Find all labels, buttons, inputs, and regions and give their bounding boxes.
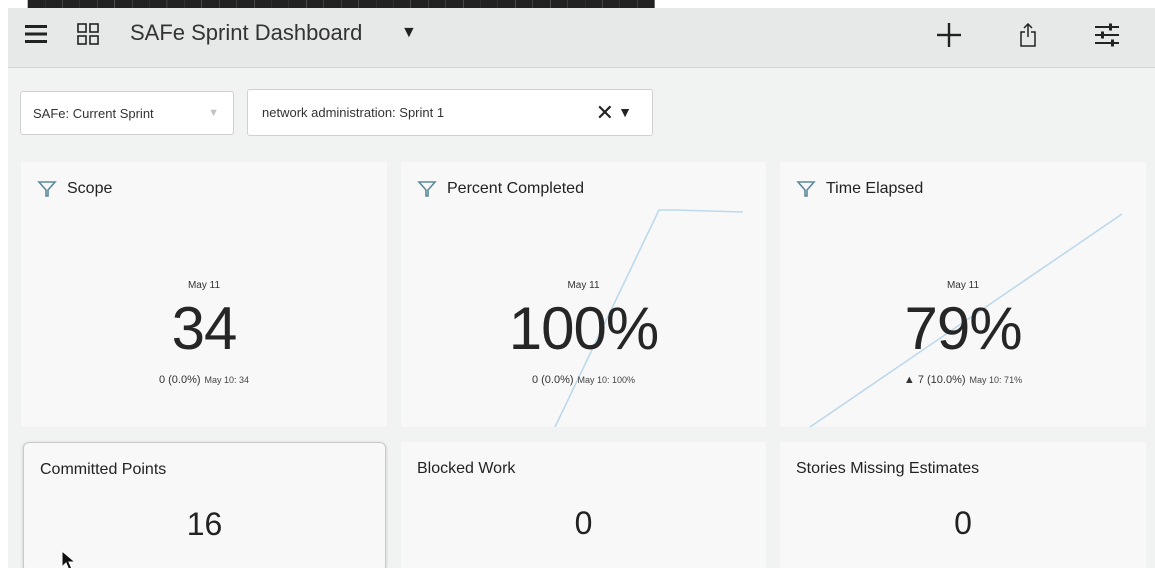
percent-completed-title: Percent Completed [447,180,584,197]
time-elapsed-card[interactable]: Time Elapsed May 11 79% ▲ 7 (10.0%) May 1… [780,162,1146,427]
blocked-work-value: 0 [574,505,593,541]
stories-missing-estimates-value: 0 [954,505,972,541]
sliders-icon [1095,23,1119,47]
time-elapsed-value: 79% [904,295,1022,362]
scope-value: 34 [171,295,238,362]
percent-completed-change-amount: 0 (0.0%) [531,374,574,386]
percent-completed-card[interactable]: Percent Completed May 11 100% 0 (0.0%) Ma… [401,162,766,427]
filter-funnel-icon[interactable] [37,179,57,199]
scope-previous: May 10: 34 [204,375,250,385]
time-elapsed-title: Time Elapsed [826,180,924,197]
program-filter-select[interactable]: SAFe: Current Sprint ▼ [20,91,234,135]
dashboards-button[interactable] [76,22,100,46]
share-icon [1020,23,1036,47]
scope-date: May 11 [187,280,221,291]
stories-missing-estimates-title: Stories Missing Estimates [796,460,980,477]
sprint-filter-value: network administration: Sprint 1 [262,105,445,120]
filter-bar: SAFe: Current Sprint ▼ network administr… [8,69,1155,149]
scope-title: Scope [67,180,113,197]
hamburger-menu-icon [25,25,47,43]
sprint-filter-caret[interactable]: ▼ [618,104,632,120]
dashboard-title: SAFe Sprint Dashboard [130,20,363,45]
sprint-filter-select[interactable]: network administration: Sprint 1 ✕ ▼ [247,89,653,136]
top-cut-strip: ▆▆▆▆▆▆▆▆▆▆▆▆▆▆▆▆▆▆▆▆▆▆▆▆▆▆▆▆▆▆▆▆▆▆▆▆ [0,0,1155,8]
committed-points-value: 16 [186,506,223,542]
mouse-pointer-icon [61,550,77,568]
percent-completed-previous: May 10: 100% [577,375,636,385]
scope-change-amount: 0 (0.0%) [158,374,201,386]
committed-points-title: Committed Points [40,461,167,478]
time-elapsed-change-amount: ▲ 7 (10.0%) [903,374,966,386]
blocked-work-title: Blocked Work [417,460,516,477]
grid-layout-icon [77,23,99,45]
program-filter-caret: ▼ [208,107,219,119]
blocked-work-card[interactable]: Blocked Work 0 [401,442,766,568]
add-button[interactable] [932,20,966,50]
menu-button[interactable] [24,22,48,46]
filter-funnel-icon[interactable] [796,179,816,199]
share-button[interactable] [1013,20,1043,50]
percent-completed-value: 100% [508,295,659,362]
time-elapsed-change: ▲ 7 (10.0%) May 10: 71% [780,374,1146,386]
dashboard-app: SAFe Sprint Dashboard ▼ SAFe: Current Sp… [8,8,1155,568]
stories-missing-estimates-card[interactable]: Stories Missing Estimates 0 [780,442,1146,568]
scope-card[interactable]: Scope May 11 34 0 (0.0%) May 10: 34 [21,162,387,427]
time-elapsed-previous: May 10: 71% [969,375,1023,385]
filter-funnel-icon[interactable] [417,179,437,199]
program-filter-value: SAFe: Current Sprint [33,105,154,121]
header-bar: SAFe Sprint Dashboard ▼ [8,8,1155,68]
title-dropdown-caret[interactable]: ▼ [401,24,417,42]
settings-button[interactable] [1090,20,1124,50]
plus-icon [937,23,961,47]
scope-change: 0 (0.0%) May 10: 34 [21,374,387,386]
clear-filter-icon[interactable]: ✕ [596,100,614,126]
percent-completed-date: May 11 [567,280,600,291]
cut-off-heading: ▆▆▆▆▆▆▆▆▆▆▆▆▆▆▆▆▆▆▆▆▆▆▆▆▆▆▆▆▆▆▆▆▆▆▆▆ [28,0,655,8]
time-elapsed-date: May 11 [946,280,980,291]
percent-completed-change: 0 (0.0%) May 10: 100% [401,374,766,386]
